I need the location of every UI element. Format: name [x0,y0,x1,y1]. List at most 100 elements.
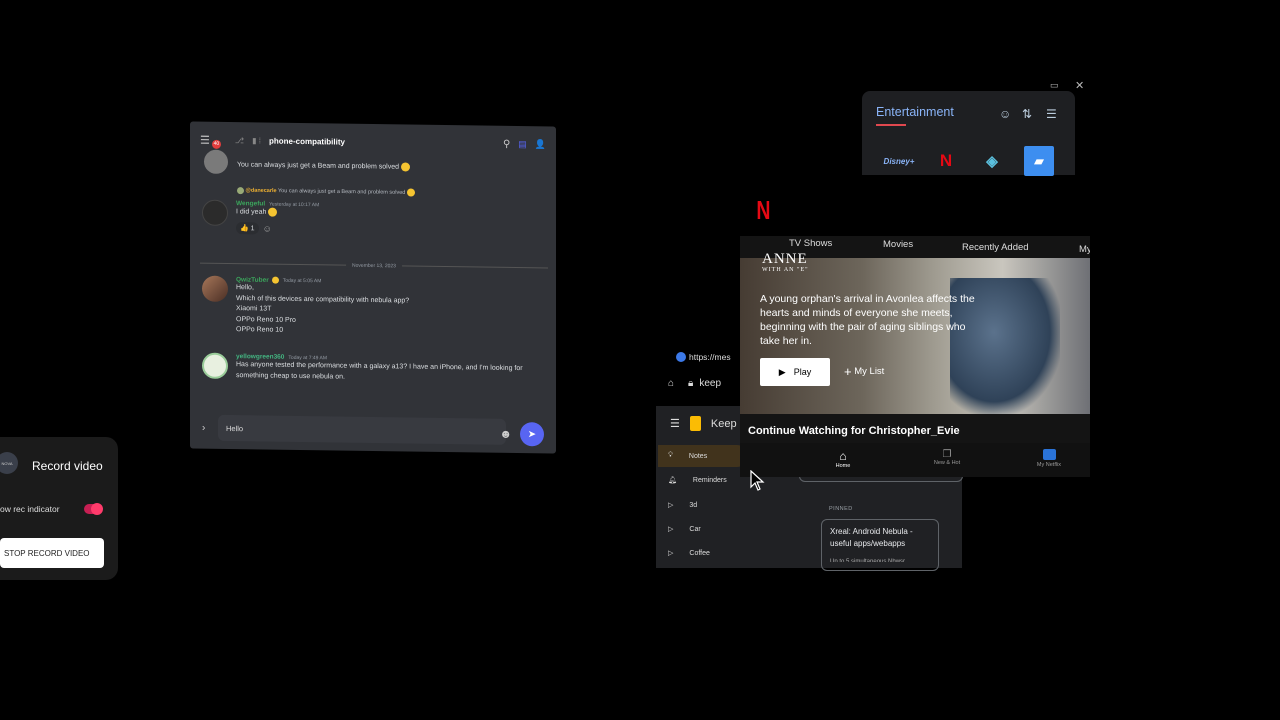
message-text: You can always just get a Beam and probl… [237,161,400,171]
browser-toolbar: ⌂ 🔒︎ keep [668,378,721,389]
tab-label: New & Hot [933,460,961,466]
minimize-icon[interactable]: ▭ [1050,80,1059,91]
lock-icon: 🔒︎ [688,378,694,389]
tab-underline [876,124,906,126]
message-input[interactable]: Hello [218,414,506,445]
search-icon[interactable]: ⚲ [503,138,510,149]
sticker-icon[interactable]: ☺ [999,107,1011,121]
my-list-button[interactable]: + My List [844,364,884,379]
threads-icon[interactable]: ▤ [518,139,527,150]
pinned-note-card[interactable]: Xreal: Android Nebula - useful apps/weba… [821,519,939,571]
list-icon[interactable]: ☰ [1046,107,1057,121]
rec-indicator-label: ow rec indicator [0,504,60,514]
play-icon: ▶ [778,366,786,377]
folder-app-icon[interactable]: ▰ [1024,146,1054,176]
new-hot-icon: ❐ [942,449,952,460]
tab-new-hot[interactable]: ❐ New & Hot [922,449,972,466]
send-button[interactable]: ➤ [520,422,544,447]
add-reaction-icon[interactable]: ☺ [263,223,272,233]
my-list-label: My List [854,366,885,378]
nav-movies[interactable]: Movies [883,239,913,250]
profile-avatar-icon [1042,449,1056,460]
netflix-window: ANNE WITH AN "E" TV Shows Movies Recentl… [740,236,1090,477]
nav-recently-added[interactable]: Recently Added [962,242,1029,253]
message-input-value: Hello [226,423,244,433]
note-title: Xreal: Android Nebula - useful apps/weba… [830,527,913,548]
play-button[interactable]: ▶ Play [760,358,830,386]
sidebar-item-label: Car [689,525,701,533]
mouse-cursor-icon [750,470,765,491]
show-description: A young orphan's arrival in Avonlea affe… [760,293,975,347]
kodi-icon[interactable]: ◈ [979,148,1005,174]
reaction[interactable]: 👍 1 [236,221,259,235]
sort-icon[interactable]: ⇅ [1022,107,1032,121]
disney-plus-icon[interactable]: Disney+ [884,148,915,174]
close-icon[interactable]: ✕ [1075,79,1084,92]
tab-my-netflix[interactable]: My Netflix [1024,449,1074,468]
nav-my-list[interactable]: My [1079,244,1090,255]
emoji-icon [406,188,415,197]
emoji-picker-icon[interactable]: ☻ [499,427,512,441]
plus-icon: + [844,364,852,379]
entertainment-title[interactable]: Entertainment [876,105,954,119]
netflix-nav: TV Shows Movies Recently Added My [740,236,1090,262]
tab-home[interactable]: ⌂ Home [818,449,868,469]
emoji-icon [268,207,278,217]
tab-label: My Netflix [1036,462,1062,468]
stop-record-button[interactable]: STOP RECORD VIDEO [0,538,104,568]
address-bar-text[interactable]: keep [699,378,721,389]
message: Wengeful Yesterday at 10:17 AM I did yeah… [202,199,548,239]
note-preview: Up to 5 simultaneous Nbwsr [830,559,906,562]
browser-tab[interactable]: https://mes [676,352,731,362]
members-icon[interactable]: 👤 [535,139,546,150]
reply-preview: @danecarle You can always just get a Bea… [202,186,548,199]
record-title: Record video [32,459,103,473]
emoji-icon [400,162,410,172]
reply-avatar [237,186,244,194]
rec-indicator-toggle[interactable] [84,503,103,515]
bell-icon: 🔔︎ [668,477,677,484]
menu-icon[interactable]: ☰ [200,133,210,146]
home-icon[interactable]: ⌂ [668,378,674,389]
sidebar-item-coffee[interactable]: ▷ Coffee [658,542,748,564]
sidebar-item-notes[interactable]: 💡︎ Notes [658,445,748,467]
avatar [204,149,228,174]
menu-icon[interactable]: ☰ [670,417,680,430]
lightbulb-icon: 💡︎ [668,452,673,459]
sidebar-item-label: Coffee [689,549,710,557]
channel-hash-icon: ▮ ⁞ [252,135,261,145]
bottom-tab-bar: ⌂ Home ❐ New & Hot My Netflix [740,443,1090,477]
discord-window: ☰ 40 ⎇ ▮ ⁞ phone-compatibility ⚲ ▤ 👤 You… [190,121,556,454]
play-label: Play [793,367,812,377]
message: yellowgreen360 Today at 7:49 AM Has anyon… [202,352,548,386]
sidebar-item-label: Reminders [692,476,727,484]
show-title-line: WITH AN "E" [762,267,809,273]
label-icon: ▷ [668,550,674,557]
netflix-icon[interactable]: N [933,148,959,174]
channel-name: phone-compatibility [268,136,345,147]
expand-chevron-icon[interactable]: › [202,423,205,434]
browser-favicon-icon [676,352,686,362]
avatar [202,199,228,226]
label-icon: ▷ [668,502,674,509]
message-text: I did yeah [236,208,267,216]
tab-label: Home [835,463,851,469]
home-icon: ⌂ [839,449,847,463]
notification-badge: 40 [211,139,221,149]
pinned-label: PINNED [829,506,853,512]
date-divider: November 13, 2023 [200,262,548,270]
netflix-logo: N [756,195,771,225]
nav-tv-shows[interactable]: TV Shows [789,238,832,249]
app-logo: NOVA [0,452,18,474]
browser-url: https://mes [689,352,731,362]
keep-logo-icon [689,416,701,431]
keep-title: Keep [710,417,737,430]
reply-user[interactable]: @danecarle [246,188,277,194]
label-icon: ▷ [668,526,674,533]
sidebar-item-3d[interactable]: ▷ 3d [658,494,748,516]
reply-text: You can always just get a Beam and probl… [278,188,406,196]
sidebar-item-reminders[interactable]: 🔔︎ Reminders [658,469,748,491]
message: You can always just get a Beam and probl… [202,149,548,176]
record-panel: NOVA Record video ow rec indicator STOP … [0,437,118,580]
sidebar-item-car[interactable]: ▷ Car [658,518,748,540]
